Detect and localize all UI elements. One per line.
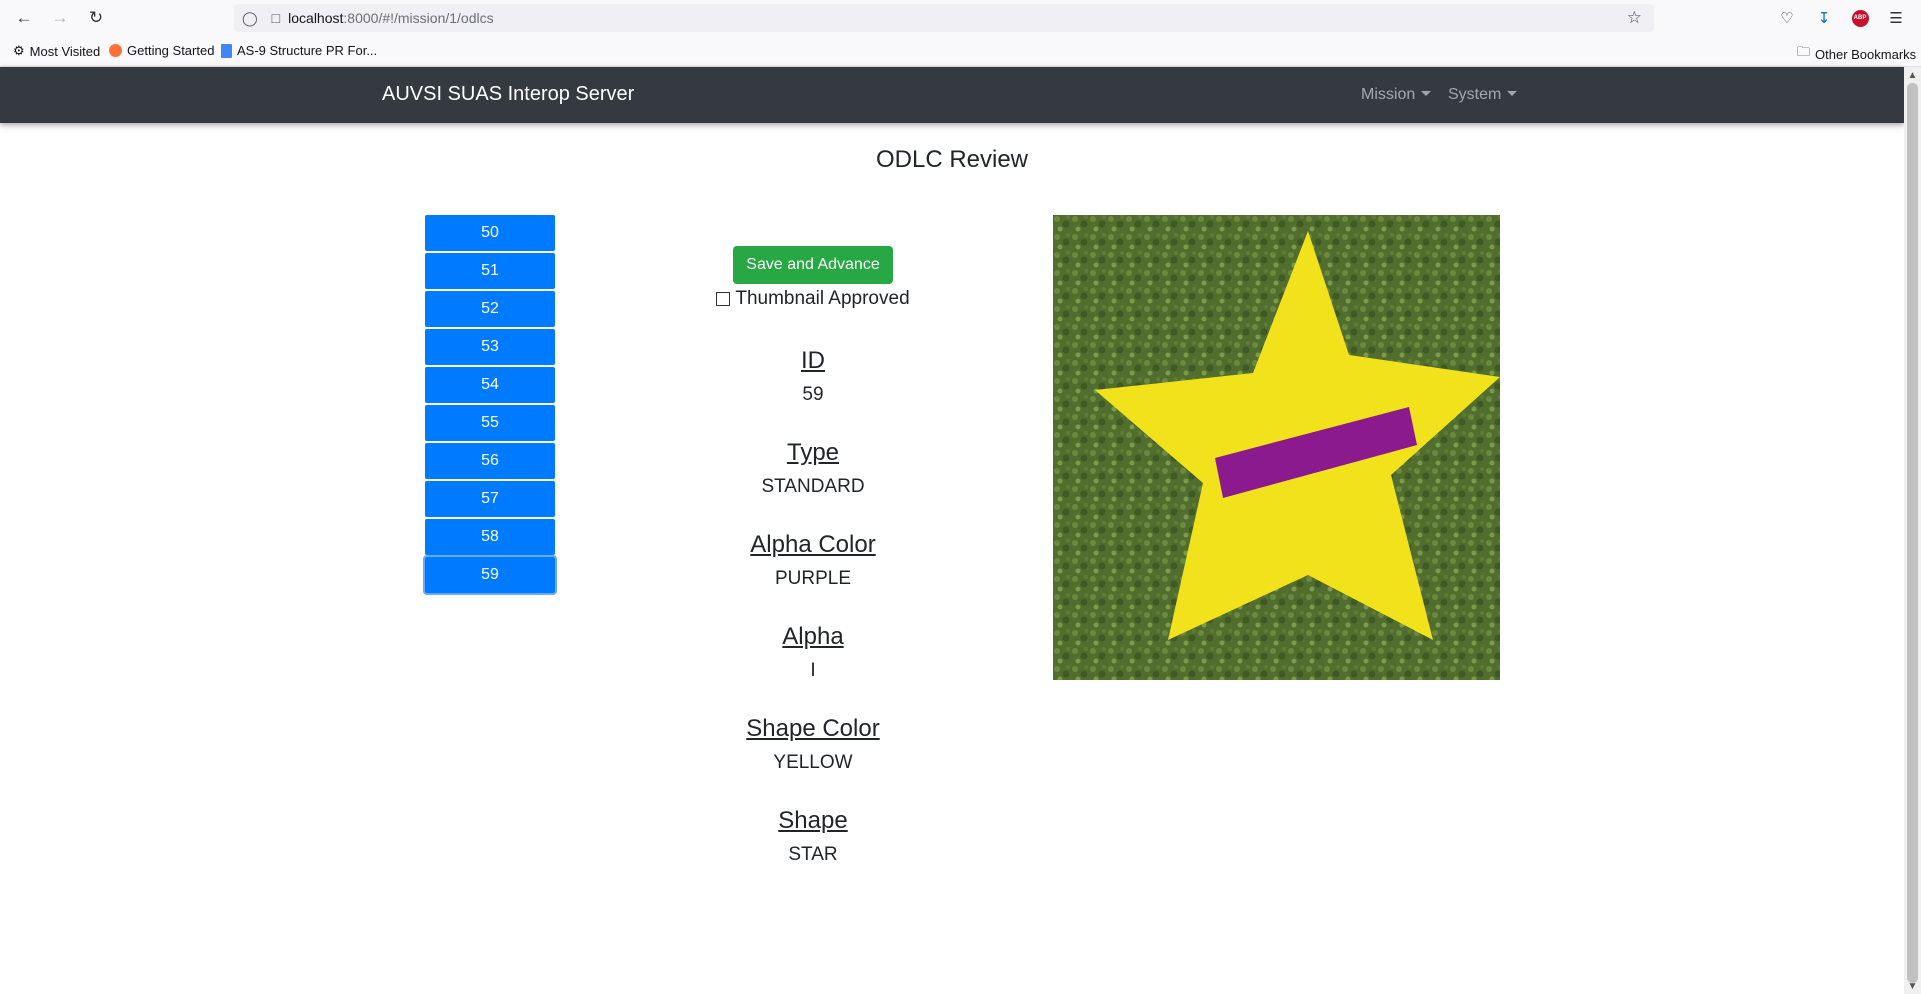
url-bar[interactable]: ◯ □ localhost:8000/#!/mission/1/odlcs ☆ — [234, 4, 1654, 32]
odlc-id-list: 50 51 52 53 54 55 56 57 58 59 — [423, 215, 557, 595]
field-label: Type — [786, 439, 840, 466]
save-and-advance-button[interactable]: Save and Advance — [733, 246, 893, 284]
bookmark-as9[interactable]: AS-9 Structure PR For... — [221, 43, 377, 58]
field-label: Alpha — [782, 623, 844, 650]
odlc-id-button[interactable]: 57 — [425, 481, 555, 517]
forward-icon[interactable]: → — [48, 6, 72, 30]
chevron-down-icon — [1507, 91, 1518, 96]
field-list: ID 59 Type STANDARD Alpha Color PURPLE Alpha I S… — [660, 345, 966, 869]
navbar-brand[interactable]: AUVSI SUAS Interop Server — [382, 83, 634, 106]
odlc-id-button[interactable]: 55 — [425, 405, 555, 441]
menu-icon[interactable]: ☰ — [1885, 7, 1907, 29]
mission-menu-label: Mission — [1361, 86, 1416, 103]
page-icon: □ — [271, 10, 281, 26]
field-label: Shape — [778, 807, 848, 834]
page-title: ODLC Review — [875, 146, 1029, 173]
firefox-icon — [109, 44, 122, 57]
scroll-thumb[interactable] — [1907, 83, 1918, 983]
download-icon[interactable]: ↧ — [1813, 7, 1835, 29]
url-host: localhost — [288, 10, 344, 26]
app-navbar: AUVSI SUAS Interop Server Mission System — [0, 67, 1904, 123]
thumbnail-approved-control[interactable]: Thumbnail Approved — [660, 288, 966, 310]
bookmark-most-visited[interactable]: ⚙ Most Visited — [13, 43, 100, 59]
bookmark-label: Getting Started — [127, 43, 215, 58]
other-bookmarks-label: Other Bookmarks — [1815, 46, 1917, 62]
folder-icon: 🗀 — [1797, 44, 1811, 59]
mission-menu[interactable]: Mission — [1361, 86, 1432, 104]
bookmark-label: AS-9 Structure PR For... — [237, 43, 378, 58]
system-menu[interactable]: System — [1448, 86, 1518, 104]
pocket-icon[interactable]: ♡ — [1776, 7, 1798, 29]
bookmark-star-icon[interactable]: ☆ — [1627, 8, 1642, 28]
field-label: Alpha Color — [750, 531, 876, 558]
bookmark-getting-started[interactable]: Getting Started — [109, 43, 214, 58]
gear-icon: ⚙ — [13, 43, 25, 58]
field-value: 59 — [802, 384, 824, 405]
url-path: :8000/#!/mission/1/odlcs — [343, 10, 494, 26]
field-value: YELLOW — [773, 752, 853, 773]
adblock-label: ABP — [1851, 9, 1869, 27]
odlc-id-button[interactable]: 59 — [423, 555, 557, 595]
back-icon[interactable]: ← — [12, 6, 36, 30]
page-scrollbar[interactable]: ▲ ▼ — [1904, 67, 1921, 994]
odlc-details: Save and Advance Thumbnail Approved ID 59… — [660, 246, 966, 869]
field-value: I — [810, 660, 816, 681]
field-value: STANDARD — [761, 476, 865, 497]
reload-icon[interactable]: ↻ — [84, 6, 108, 30]
bookmark-label: Most Visited — [29, 43, 101, 59]
odlc-id-button[interactable]: 56 — [425, 443, 555, 479]
browser-toolbar: ← → ↻ ◯ □ localhost:8000/#!/mission/1/od… — [0, 0, 1921, 36]
adblock-icon[interactable]: ABP — [1849, 7, 1871, 29]
thumbnail-approved-label: Thumbnail Approved — [735, 288, 910, 309]
shield-icon[interactable]: ◯ — [242, 10, 258, 27]
thumbnail-image — [1053, 215, 1500, 680]
field-label: ID — [801, 347, 825, 374]
odlc-thumbnail — [1053, 215, 1500, 680]
odlc-id-button[interactable]: 52 — [425, 291, 555, 327]
odlc-id-button[interactable]: 58 — [425, 519, 555, 555]
other-bookmarks[interactable]: 🗀 Other Bookmarks — [1797, 43, 1916, 65]
document-icon — [221, 43, 232, 58]
field-value: PURPLE — [774, 568, 852, 589]
chevron-down-icon — [1421, 91, 1432, 96]
scroll-down-icon[interactable]: ▼ — [1904, 979, 1921, 993]
thumbnail-approved-checkbox[interactable] — [716, 292, 731, 306]
field-value: STAR — [788, 844, 838, 865]
odlc-id-button[interactable]: 51 — [425, 253, 555, 289]
odlc-id-button[interactable]: 53 — [425, 329, 555, 365]
field-label: Shape Color — [746, 715, 880, 742]
bookmarks-toolbar: ⚙ Most Visited Getting Started AS-9 Stru… — [0, 36, 1921, 67]
scroll-up-icon[interactable]: ▲ — [1904, 68, 1921, 82]
system-menu-label: System — [1448, 86, 1502, 103]
odlc-id-button[interactable]: 50 — [425, 215, 555, 251]
odlc-id-button[interactable]: 54 — [425, 367, 555, 403]
